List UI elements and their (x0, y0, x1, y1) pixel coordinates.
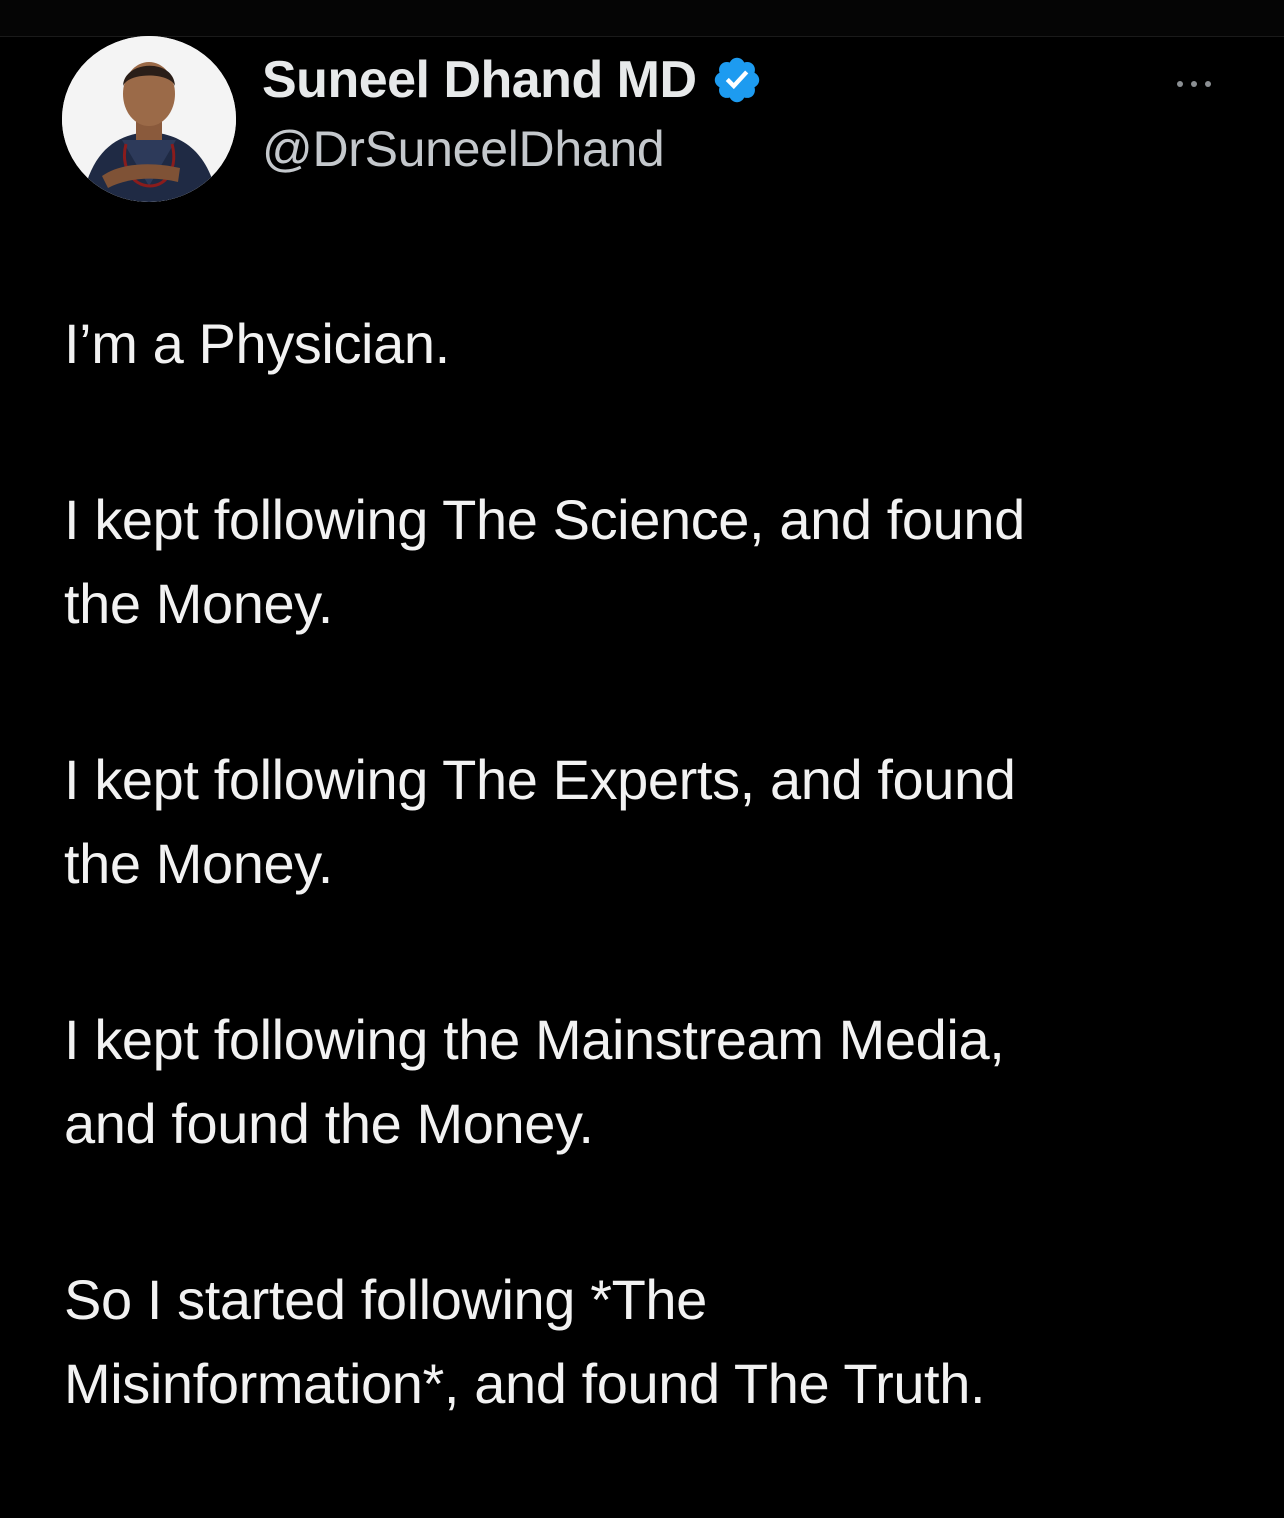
tweet-paragraph-5: So I started following *The Misinformati… (64, 1268, 986, 1415)
avatar-photo-icon (62, 36, 236, 202)
tweet-paragraph-3: I kept following The Experts, and found … (64, 748, 1016, 895)
tweet-paragraph-2: I kept following The Science, and found … (64, 488, 1025, 635)
author-handle[interactable]: @DrSuneelDhand (262, 120, 665, 178)
tweet-card: Suneel Dhand MD @DrSuneelDhand I’m a Phy… (0, 0, 1284, 1498)
author-avatar[interactable] (62, 36, 236, 202)
tweet-paragraph-1: I’m a Physician. (64, 312, 450, 375)
tweet-paragraph-4: I kept following the Mainstream Media, a… (64, 1008, 1005, 1155)
verified-badge-icon (711, 54, 763, 106)
author-name-row: Suneel Dhand MD (262, 48, 763, 112)
author-display-name[interactable]: Suneel Dhand MD (262, 50, 697, 110)
ellipsis-icon (1177, 81, 1211, 87)
more-options-button[interactable] (1164, 64, 1224, 104)
tweet-text: I’m a Physician. I kept following The Sc… (64, 302, 1244, 1518)
